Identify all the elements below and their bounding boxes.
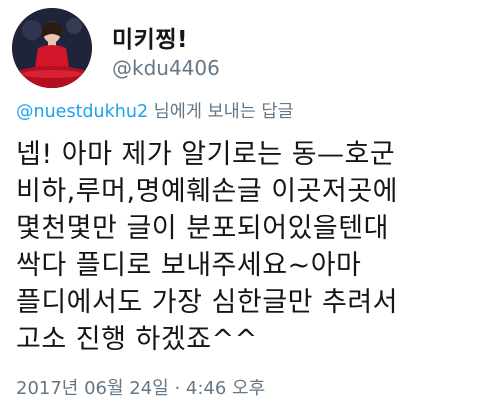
display-name[interactable]: 미키찡!	[112, 20, 188, 54]
avatar[interactable]	[12, 8, 92, 88]
tweet-line: 몇천몇만 글이 분포되어있을텐대	[16, 213, 389, 244]
reply-mention-link[interactable]: @nuestdukhu2	[16, 102, 148, 122]
tweet-header: 미키찡! @kdu4406	[12, 8, 468, 88]
tweet-line: 고소 진행 하겠죠^^	[16, 324, 258, 355]
user-handle[interactable]: @kdu4406	[112, 56, 220, 80]
tweet-text: 넵! 아마 제가 알기로는 동—호군 비하,루머,명예훼손글 이곳저곳에 몇천몇…	[16, 136, 466, 358]
tweet-line: 비하,루머,명예훼손글 이곳저곳에	[16, 176, 399, 207]
reply-suffix: 님에게 보내는 답글	[148, 102, 294, 122]
tweet-timestamp[interactable]: 2017년 06월 24일 · 4:46 오후	[16, 374, 265, 400]
tweet-line: 싹다 플디로 보내주세요~아마	[16, 250, 362, 281]
tweet-line: 넵! 아마 제가 알기로는 동—호군	[16, 139, 396, 170]
avatar-image	[12, 8, 92, 88]
replying-to: @nuestdukhu2 님에게 보내는 답글	[16, 98, 294, 123]
tweet-line: 플디에서도 가장 심한글만 추려서	[16, 287, 399, 318]
